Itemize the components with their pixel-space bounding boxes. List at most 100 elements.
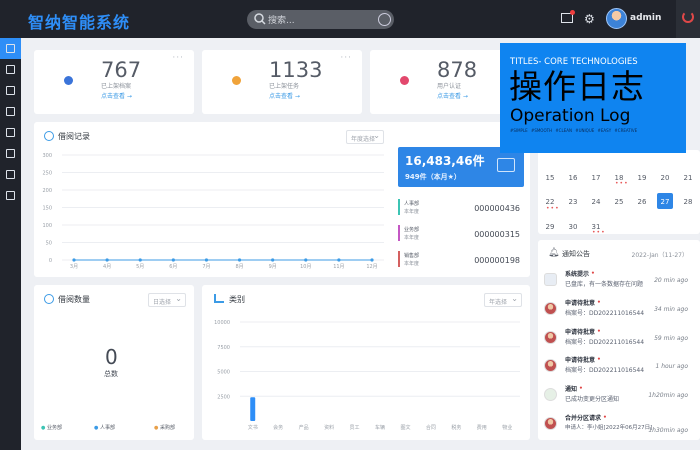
calendar-day[interactable]: 30 <box>563 223 583 231</box>
y-tick-label: 300 <box>42 153 52 159</box>
calendar-day[interactable]: 17 <box>586 174 606 182</box>
legend-item: ● 业务部 <box>41 425 62 431</box>
borrow-count-panel: 借阅数量 日选择 0 总数 ● 业务部 ● 人事部 ● 采购部 <box>34 285 194 440</box>
sidebar-item-3[interactable] <box>0 80 21 101</box>
x-tick-label: 12月 <box>366 264 377 270</box>
list-item[interactable]: 申请待批意 • 档案号：DD202211016544 1 hour ago <box>538 354 700 382</box>
menu-icon <box>6 86 15 95</box>
avatar <box>544 417 557 430</box>
sidebar-item-home[interactable] <box>0 38 21 59</box>
y-tick-label: 10000 <box>214 320 230 326</box>
dept-legend-row: 业务部 本年度 000000315 <box>398 225 524 245</box>
panel-title: 借阅数量 <box>58 295 90 304</box>
announcement-date: 2022-Jan（11-27） <box>631 252 688 259</box>
x-tick-label: 会务 <box>273 424 283 431</box>
calendar-day[interactable]: 25 <box>609 198 629 206</box>
power-button[interactable] <box>676 0 700 38</box>
app-logo[interactable]: 智纳智能系统 <box>28 9 130 33</box>
item-title: 系统提示 • <box>565 270 595 278</box>
sidebar-item-2[interactable] <box>0 59 21 80</box>
year-select[interactable]: 年度选择 <box>346 130 384 144</box>
legend-bar <box>398 251 400 267</box>
sidebar-item-8[interactable] <box>0 185 21 206</box>
dept-value: 000000436 <box>474 204 520 213</box>
item-desc: 申请人：李小姐[2022年06月27日] <box>565 425 653 431</box>
banner-subtitle: TITLES- CORE TECHNOLOGIES <box>510 57 638 67</box>
calendar-day[interactable]: 23 <box>563 198 583 206</box>
x-tick-label: 资料 <box>324 424 334 431</box>
sidebar-item-6[interactable] <box>0 143 21 164</box>
item-title: 申请待批意 • <box>565 328 601 336</box>
x-tick-label: 车辆 <box>375 424 385 431</box>
legend-item: ● 人事部 <box>94 425 115 431</box>
stat-link[interactable]: 点击查看 → <box>269 91 300 100</box>
y-tick-label: 2500 <box>217 394 230 400</box>
calendar-day[interactable]: 15 <box>540 174 560 182</box>
dept-value: 000000198 <box>474 256 520 265</box>
stat-dot <box>400 76 409 85</box>
bar-chart-icon <box>214 294 224 303</box>
year-select[interactable]: 年选择 <box>484 293 522 307</box>
y-tick-label: 5000 <box>217 370 230 376</box>
search-input[interactable]: 搜索... <box>268 13 295 26</box>
search-box[interactable]: 搜索... <box>247 10 394 29</box>
stat-link[interactable]: 点击查看 → <box>437 91 468 100</box>
legend-bar <box>398 199 400 215</box>
calendar-day[interactable]: 26 <box>632 198 652 206</box>
system-icon <box>544 273 557 286</box>
item-time: 1h20min ago <box>648 392 688 399</box>
stat-value: 1133 <box>269 58 323 82</box>
menu-icon <box>6 149 15 158</box>
borrow-line-chart: 0 50 100 150 200 250 300 3月 4月 5月 6月 7月 8月 9月 10月 11月 12… <box>42 153 384 270</box>
calendar-day[interactable]: 29 <box>540 223 560 231</box>
item-title: 申请待批意 • <box>565 299 601 307</box>
x-tick-label: 图文 <box>400 424 410 431</box>
menu-icon <box>6 170 15 179</box>
list-item[interactable]: 系统提示 • 已盘库，有一条数据存在问题 20 min ago <box>538 268 700 296</box>
avatar[interactable] <box>606 8 627 29</box>
item-time: 20 min ago <box>654 277 688 284</box>
list-item[interactable]: 合并分区请求 • 申请人：李小姐[2022年06月27日] 1h30min ago <box>538 412 700 440</box>
user-name[interactable]: admin <box>630 13 661 23</box>
menu-icon <box>6 107 15 116</box>
unread-dot: • <box>579 385 583 392</box>
stat-link[interactable]: 点击查看 → <box>101 91 132 100</box>
x-tick-label: 9月 <box>269 264 277 270</box>
sidebar-item-4[interactable] <box>0 101 21 122</box>
gear-icon[interactable]: ⚙ <box>584 12 595 26</box>
card-icon <box>497 158 515 172</box>
sidebar-item-7[interactable] <box>0 164 21 185</box>
calendar-day[interactable]: 19 <box>632 174 652 182</box>
item-time: 1 hour ago <box>655 363 688 370</box>
dept-name: 业务部 <box>404 227 420 233</box>
data-point <box>271 258 275 262</box>
list-item[interactable]: 申请待批意 • 档案号：DD202211016544 59 min ago <box>538 326 700 354</box>
stat-dot <box>64 76 73 85</box>
data-point <box>304 258 308 262</box>
mail-badge <box>570 10 575 15</box>
calendar-day[interactable]: 28 <box>678 198 698 206</box>
calendar-day[interactable]: 16 <box>563 174 583 182</box>
calendar-day[interactable]: 20 <box>655 174 675 182</box>
search-go-icon[interactable] <box>378 13 391 26</box>
list-item[interactable]: 申请待批意 • 档案号：DD202211016544 34 min ago <box>538 297 700 325</box>
list-item[interactable]: 通知 • 已成功变更分区通知 1h20min ago <box>538 383 700 411</box>
data-point <box>138 258 142 262</box>
sidebar-item-5[interactable] <box>0 122 21 143</box>
more-icon[interactable]: ··· <box>172 53 184 63</box>
data-point <box>105 258 109 262</box>
item-desc: 已盘库，有一条数据存在问题 <box>565 281 644 288</box>
calendar-day[interactable]: 24 <box>586 198 606 206</box>
menu-icon <box>6 65 15 74</box>
more-icon[interactable]: ··· <box>340 53 352 63</box>
item-title: 通知 • <box>565 385 583 393</box>
dept-legend-row: 人事部 本年度 000000436 <box>398 199 524 219</box>
legend-item: ● 采购部 <box>154 425 175 431</box>
item-desc: 档案号：DD202211016544 <box>565 310 645 317</box>
dept-legend-row: 销售部 本年度 000000198 <box>398 251 524 271</box>
x-tick-label: 10月 <box>300 264 311 270</box>
calendar-day[interactable]: 21 <box>678 174 698 182</box>
x-tick-label: 税务 <box>451 424 461 431</box>
calendar-day[interactable]: 27 <box>655 198 675 206</box>
day-select[interactable]: 日选择 <box>148 293 186 307</box>
